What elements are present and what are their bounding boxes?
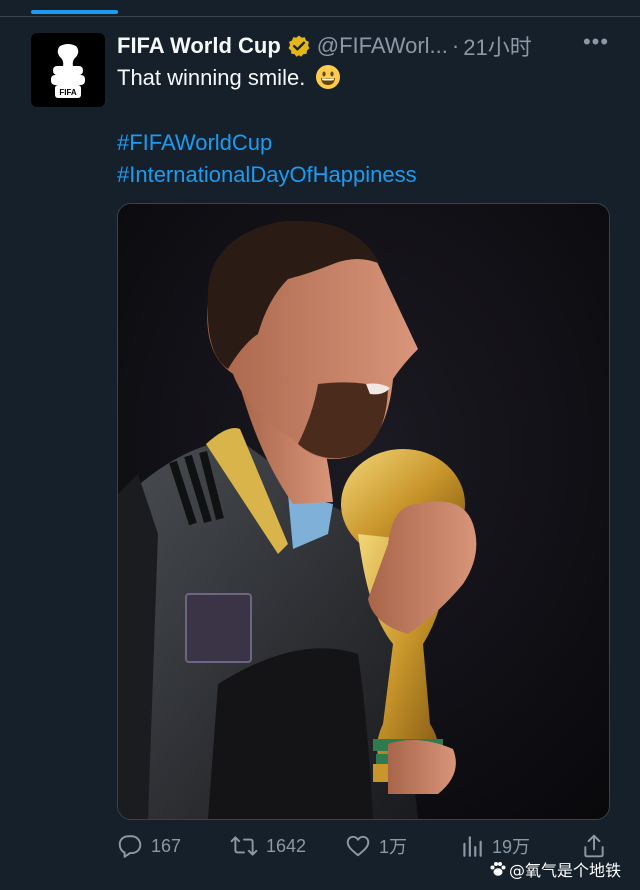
tweet-text: That winning smile. <box>117 62 341 94</box>
heart-icon <box>346 835 370 857</box>
avatar[interactable]: FIFA <box>31 33 105 107</box>
hashtag-internationaldayofhappiness[interactable]: #InternationalDayOfHappiness <box>117 159 417 191</box>
like-button[interactable]: 1万 <box>345 831 407 861</box>
separator-dot: · <box>451 33 460 58</box>
grinning-face-icon <box>316 65 341 89</box>
tweet-text-body: That winning smile. <box>117 65 306 90</box>
share-icon <box>584 834 604 858</box>
views-count: 19万 <box>492 837 531 857</box>
tweet[interactable]: FIFA FIFA World Cup @FIFAWorl... · 21小时 … <box>0 17 640 890</box>
paw-icon <box>490 862 506 876</box>
avatar-logo-text: FIFA <box>59 88 77 97</box>
fifa-trophy-logo-icon: FIFA <box>51 44 85 98</box>
watermark: @氧气是个地铁 <box>489 857 621 881</box>
reply-button[interactable]: 167 <box>117 831 181 861</box>
watermark-text: @氧气是个地铁 <box>509 861 622 880</box>
hashtag-list: #FIFAWorldCup #InternationalDayOfHappine… <box>117 127 417 191</box>
hashtag-fifaworldcup[interactable]: #FIFAWorldCup <box>117 127 417 159</box>
like-count: 1万 <box>379 837 408 857</box>
active-tab-indicator <box>31 10 118 14</box>
retweet-button[interactable]: 1642 <box>230 831 306 861</box>
verified-badge-icon <box>287 34 311 58</box>
tweet-photo[interactable] <box>117 203 610 820</box>
retweet-count: 1642 <box>266 835 307 856</box>
top-tab-bar <box>0 0 640 17</box>
timestamp[interactable]: 21小时 <box>463 30 531 62</box>
tweet-header: FIFA World Cup @FIFAWorl... · 21小时 <box>117 31 532 61</box>
views-chart-icon <box>463 836 482 857</box>
reply-icon <box>118 835 142 858</box>
display-name[interactable]: FIFA World Cup <box>117 33 281 59</box>
reply-count: 167 <box>151 835 182 856</box>
retweet-icon <box>230 836 258 856</box>
handle[interactable]: @FIFAWorl... <box>317 33 448 59</box>
more-options-icon[interactable]: ••• <box>582 31 610 59</box>
player-with-trophy-image <box>118 204 609 819</box>
